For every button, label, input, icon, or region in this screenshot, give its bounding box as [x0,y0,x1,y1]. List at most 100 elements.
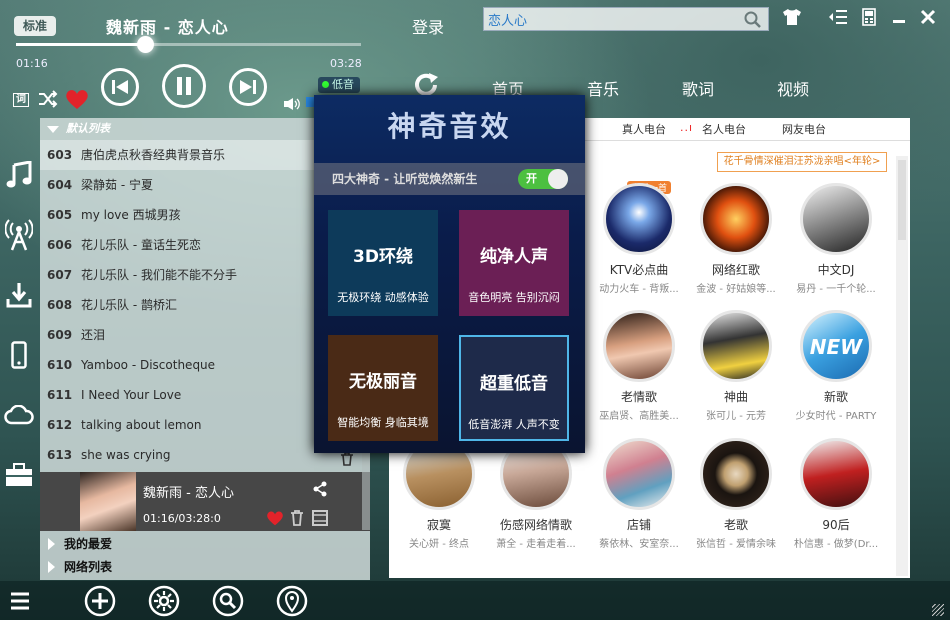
nav-music[interactable]: 音乐 [587,76,619,100]
radio-tower-icon[interactable] [2,218,36,252]
minimize-icon[interactable] [893,20,905,23]
music-player-window: 标准 魏新雨 - 恋人心 01:16 03:28 词 低音 登录 首页 音乐 歌… [0,0,950,620]
category-tile[interactable]: 网络红歌 金波 - 好姑娘等... [686,183,786,295]
expand-arrow-icon [48,561,55,573]
song-name: she was crying [81,448,171,462]
fx-card[interactable]: 3D环绕 无极环绕 动感体验 [328,210,438,316]
category-image [700,310,772,382]
category-image [700,183,772,255]
fx-toggle-label: 开 [526,172,537,185]
previous-button[interactable] [101,68,139,106]
share-icon[interactable] [312,481,328,501]
pause-button[interactable] [162,64,206,108]
playlist-online-label: 网络列表 [64,560,113,574]
volume-icon[interactable] [283,96,301,115]
category-tile[interactable]: 老情歌 巫启贤、高胜美... [589,310,689,422]
fx-toggle[interactable]: 开 [518,169,568,189]
marquee-banner[interactable]: 花千骨情深催泪汪苏泷亲唱<年轮> [717,152,887,172]
close-icon[interactable] [920,9,936,29]
add-icon[interactable] [84,585,116,617]
song-number: 612 [47,418,73,432]
tab-real-radio[interactable]: 真人电台 [622,121,666,137]
content-scrollbar[interactable] [896,156,908,576]
hamburger-menu-icon[interactable] [10,591,30,611]
song-number: 610 [47,358,73,372]
category-image [700,438,772,510]
fx-card-desc: 智能均衡 身临其境 [337,416,429,429]
search-input[interactable] [484,8,734,30]
now-playing-heart-icon[interactable] [266,510,284,530]
mv-icon[interactable] [312,510,328,530]
download-icon[interactable] [2,278,36,312]
category-tile[interactable]: 伤感网络情歌 萧全 - 走着走着... [486,438,586,550]
playlist-favorites-label: 我的最爱 [64,537,113,551]
category-label: 90后 [822,518,850,532]
category-tile[interactable]: 老歌 张信哲 - 爱情余味 [686,438,786,550]
location-pin-icon[interactable] [276,585,308,617]
category-tile[interactable]: 90后 朴信惠 - 做梦(Dr... [786,438,886,550]
category-tile[interactable]: 店铺 蔡依林、安室奈... [589,438,689,550]
category-tile[interactable]: 寂寞 关心妍 - 终点 [389,438,489,550]
category-tile[interactable]: 来唱一首KTV必点曲动力火车 - 背叛... [589,181,689,295]
scrollbar-thumb[interactable] [898,160,906,240]
music-note-icon[interactable] [2,158,36,192]
now-playing-card: 魏新雨 - 恋人心 01:16/03:28:0 [40,472,370,531]
category-image [800,183,872,255]
category-subtitle: 易丹 - 一千个轮... [796,284,876,295]
category-tile[interactable]: 中文DJ 易丹 - 一千个轮... [786,183,886,295]
search-circle-icon[interactable] [212,585,244,617]
category-label: 店铺 [626,518,651,532]
bass-badge[interactable]: 低音 [318,77,360,93]
song-number: 605 [47,208,73,222]
resize-grip[interactable] [932,604,944,616]
song-name: 还泪 [81,328,106,342]
nav-video[interactable]: 视频 [777,76,809,100]
search-box [483,7,769,31]
song-number: 613 [47,448,73,462]
shuffle-icon[interactable] [38,90,58,112]
song-name: talking about lemon [81,418,202,432]
now-playing-delete-icon[interactable] [290,510,304,530]
song-number: 607 [47,268,73,282]
fx-subtitle-bar: 四大神奇 - 让听觉焕然新生 开 [314,163,585,195]
total-time: 03:28 [330,57,362,70]
delete-icon[interactable] [340,451,354,470]
menu-list-icon[interactable] [828,9,848,29]
settings-gear-icon[interactable] [148,585,180,617]
song-name: 唐伯虎点秋香经典背景音乐 [81,148,226,162]
search-icon[interactable] [744,11,762,29]
mini-mode-icon[interactable] [862,8,876,30]
progress-bar[interactable] [16,36,361,53]
category-tile[interactable]: NEW 新歌 少女时代 - PARTY [786,310,886,422]
fx-card[interactable]: 纯净人声 音色明亮 告别沉闷 [459,210,569,316]
expand-arrow-icon [48,538,55,550]
playlist-favorites[interactable]: 我的最爱 [40,533,370,555]
toolbox-icon[interactable] [2,458,36,492]
category-label: 伤感网络情歌 [499,518,572,532]
tab-user-radio[interactable]: 网友电台 [782,121,826,137]
sound-mode-button[interactable]: 标准 [14,16,56,36]
progress-knob[interactable] [137,36,155,53]
category-label: KTV必点曲 [609,263,669,277]
cloud-icon[interactable] [2,398,36,432]
category-subtitle: 金波 - 好姑娘等... [696,284,776,295]
category-subtitle: 张可儿 - 元芳 [706,411,766,422]
tab-celebrity-radio[interactable]: 名人电台 [702,121,746,137]
playlist-online[interactable]: 网络列表 [40,556,370,578]
next-button[interactable] [229,68,267,106]
song-name: Yamboo - Discotheque [81,358,216,372]
fx-card[interactable]: 无极丽音 智能均衡 身临其境 [328,335,438,441]
login-link[interactable]: 登录 [412,14,444,38]
skin-shirt-icon[interactable] [782,8,802,30]
tile-badge: NEW [809,335,863,359]
nav-lyrics[interactable]: 歌词 [682,76,714,100]
category-subtitle: 少女时代 - PARTY [795,411,877,422]
fx-card[interactable]: 超重低音 低音澎湃 人声不变 [459,335,569,441]
category-subtitle: 关心妍 - 终点 [409,539,469,550]
phone-icon[interactable] [2,338,36,372]
bottom-toolbar [0,581,950,620]
favorite-heart-icon[interactable] [65,88,89,114]
lyric-toggle-button[interactable]: 词 [13,93,29,107]
song-name: 花儿乐队 - 童话生死恋 [81,238,201,252]
category-tile[interactable]: 神曲 张可儿 - 元芳 [686,310,786,422]
